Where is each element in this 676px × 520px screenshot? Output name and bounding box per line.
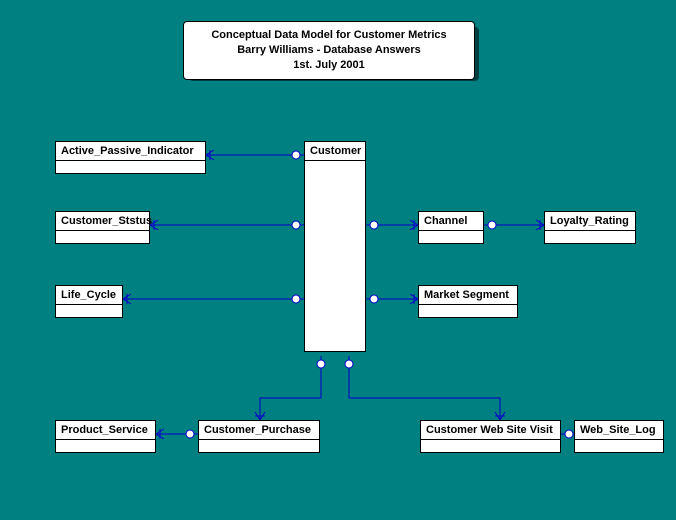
entity-product-service: Product_Service [55, 420, 156, 453]
entity-loyalty-rating: Loyalty_Rating [544, 211, 636, 244]
entity-life-cycle: Life_Cycle [55, 285, 123, 318]
entity-body [56, 305, 122, 317]
entity-channel: Channel [418, 211, 484, 244]
entity-body [56, 161, 205, 173]
entity-label: Life_Cycle [56, 286, 122, 305]
entity-label: Customer_Ststus [56, 212, 149, 231]
entity-body [419, 231, 483, 243]
entity-active-passive-indicator: Active_Passive_Indicator [55, 141, 206, 174]
entity-web-site-log: Web_Site_Log [574, 420, 664, 453]
entity-label: Loyalty_Rating [545, 212, 635, 231]
entity-customer-status: Customer_Ststus [55, 211, 150, 244]
entity-label: Customer_Purchase [199, 421, 319, 440]
title-line1: Conceptual Data Model for Customer Metri… [200, 28, 458, 43]
entity-body [305, 161, 365, 351]
title-line2: Barry Williams - Database Answers [200, 43, 458, 58]
entity-body [199, 440, 319, 452]
entity-label: Channel [419, 212, 483, 231]
entity-label: Product_Service [56, 421, 155, 440]
entity-body [56, 231, 149, 243]
entity-body [421, 440, 560, 452]
entity-label: Customer [305, 142, 365, 161]
entity-body [545, 231, 635, 243]
entity-body [419, 305, 517, 317]
entity-customer-purchase: Customer_Purchase [198, 420, 320, 453]
entity-customer-web-site-visit: Customer Web Site Visit [420, 420, 561, 453]
entity-label: Market Segment [419, 286, 517, 305]
title-box: Conceptual Data Model for Customer Metri… [183, 21, 475, 80]
entity-market-segment: Market Segment [418, 285, 518, 318]
title-line3: 1st. July 2001 [200, 58, 458, 73]
entity-label: Customer Web Site Visit [421, 421, 560, 440]
entity-label: Web_Site_Log [575, 421, 663, 440]
entity-body [575, 440, 663, 452]
entity-customer: Customer [304, 141, 366, 352]
entity-label: Active_Passive_Indicator [56, 142, 205, 161]
entity-body [56, 440, 155, 452]
